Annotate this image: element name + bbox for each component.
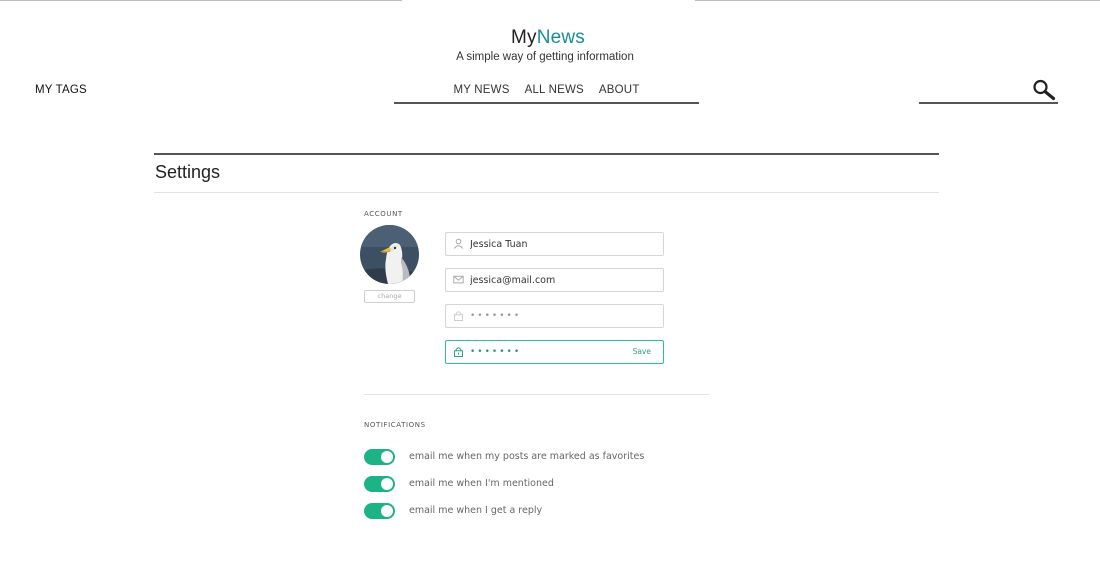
top-rule-left <box>0 0 402 1</box>
toggle-knob <box>381 451 393 463</box>
brand-accent: News <box>536 27 586 48</box>
search-input[interactable] <box>919 82 1024 100</box>
lock-icon <box>454 311 463 321</box>
top-rule-right <box>695 0 1100 1</box>
toggle-favorites[interactable] <box>364 449 395 465</box>
toggle-knob <box>381 505 393 517</box>
new-password-field: Save <box>445 340 664 364</box>
my-tags-link[interactable]: MY TAGS <box>35 84 87 96</box>
name-field <box>445 232 664 256</box>
toggle-mentioned[interactable] <box>364 476 395 492</box>
current-password-field <box>445 304 664 328</box>
settings-top-rule <box>154 153 939 155</box>
brand-prefix: My <box>510 27 537 48</box>
email-field <box>445 268 664 292</box>
toggle-reply[interactable] <box>364 503 395 519</box>
email-input[interactable] <box>470 272 640 288</box>
notification-label-mentioned: email me when I'm mentioned <box>409 478 554 489</box>
notifications-section-label: NOTIFICATIONS <box>364 421 426 429</box>
user-icon <box>453 238 464 249</box>
toggle-knob <box>381 478 393 490</box>
search-bar <box>919 78 1058 104</box>
section-divider <box>364 394 709 395</box>
nav-my-news[interactable]: MY NEWS <box>453 84 509 102</box>
nav-all-news[interactable]: ALL NEWS <box>525 84 584 102</box>
settings-bottom-rule <box>154 192 939 193</box>
site-logo[interactable]: MyNews <box>0 27 1096 49</box>
change-avatar-button[interactable]: change <box>364 290 415 303</box>
new-password-input[interactable] <box>470 344 640 360</box>
main-nav: MY NEWS ALL NEWS ABOUT <box>394 84 699 104</box>
save-button[interactable]: Save <box>633 347 651 356</box>
avatar[interactable] <box>360 225 419 284</box>
lock-icon <box>454 347 463 357</box>
mail-icon <box>453 275 464 284</box>
nav-about[interactable]: ABOUT <box>599 84 640 102</box>
name-input[interactable] <box>470 236 640 252</box>
site-tagline: A simple way of getting information <box>456 51 634 63</box>
account-section-label: ACCOUNT <box>364 210 403 218</box>
page-title: Settings <box>155 162 221 182</box>
notification-label-reply: email me when I get a reply <box>409 505 543 516</box>
notification-label-favorites: email me when my posts are marked as fav… <box>409 451 645 462</box>
avatar-seagull-image <box>360 225 419 284</box>
search-icon[interactable] <box>1032 79 1056 101</box>
current-password-input[interactable] <box>470 308 640 324</box>
